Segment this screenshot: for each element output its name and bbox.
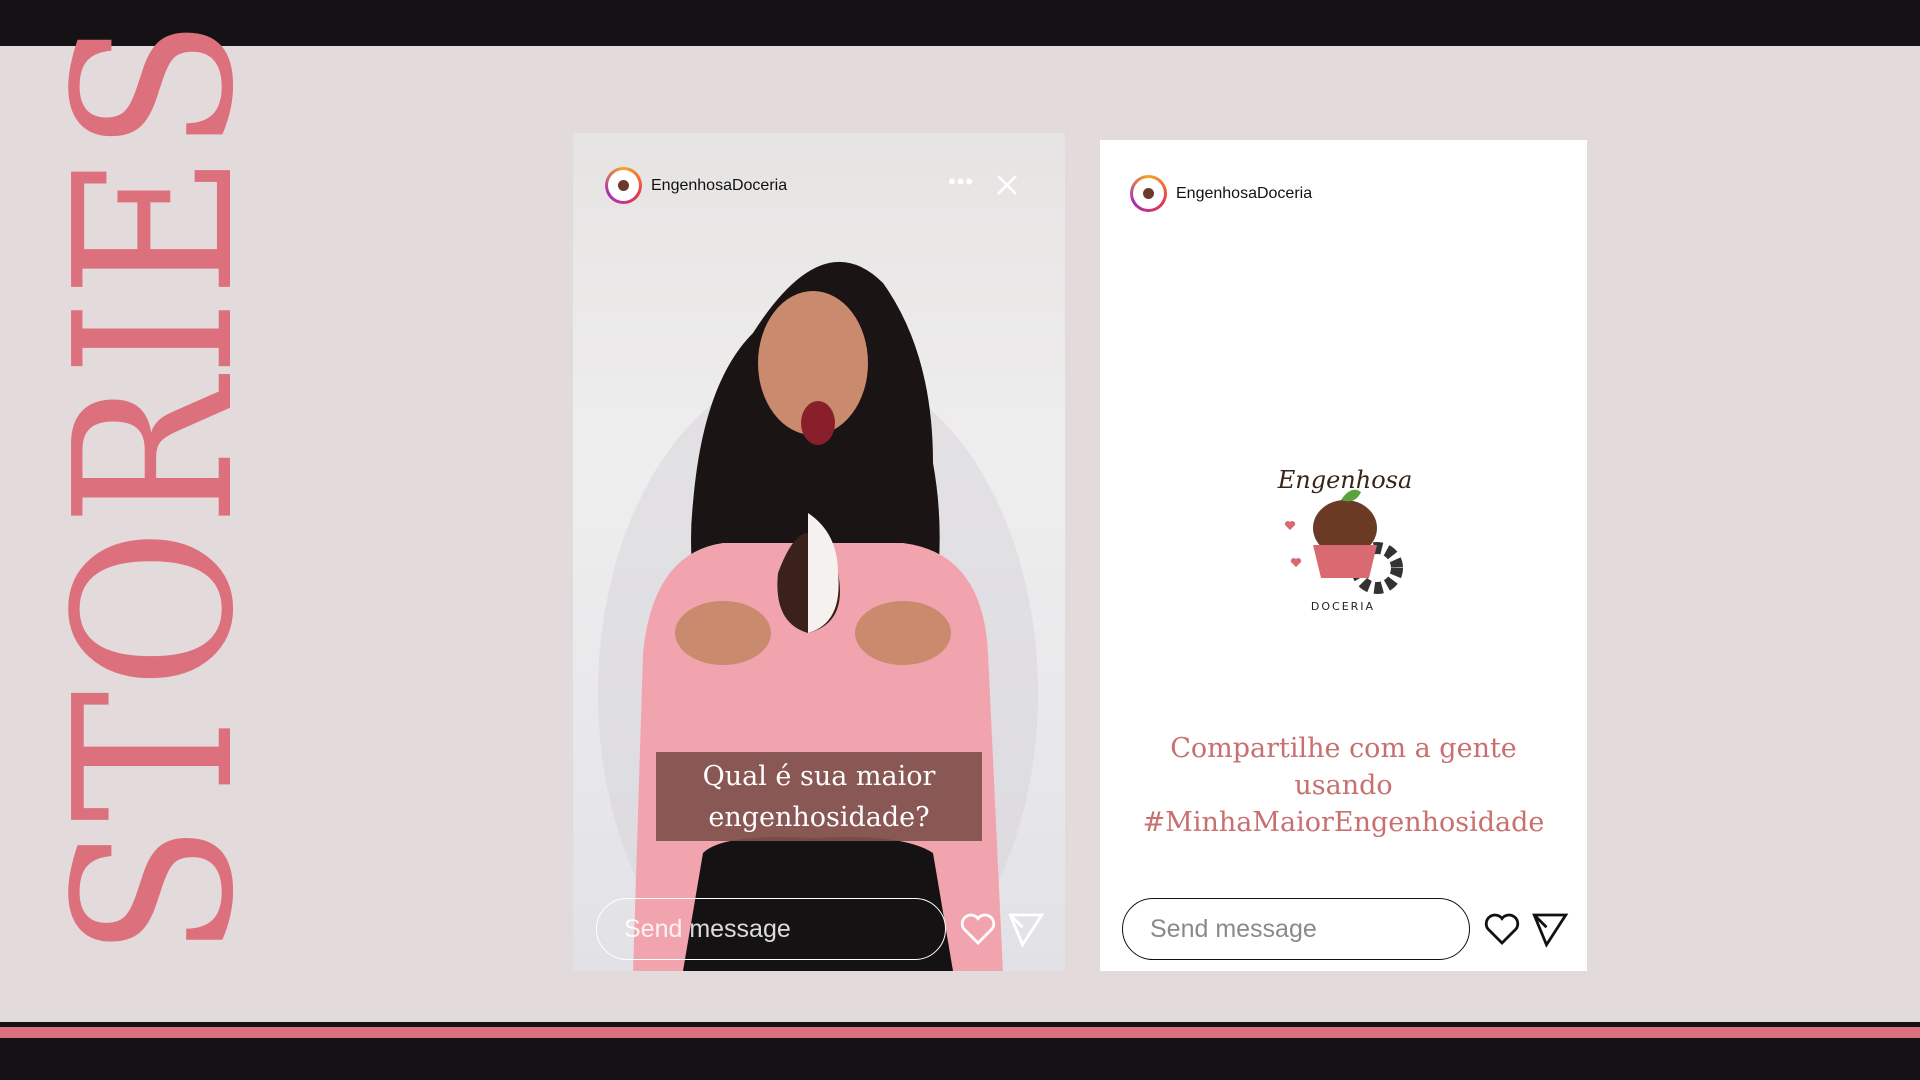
avatar[interactable] bbox=[605, 167, 642, 204]
cupcake-logo-icon: Engenhosa DOCERIA bbox=[1277, 466, 1413, 613]
username[interactable]: EngenhosaDoceria bbox=[651, 177, 787, 195]
send-icon[interactable] bbox=[1005, 908, 1047, 950]
avatar[interactable] bbox=[1130, 175, 1167, 212]
stories-title: STORIES bbox=[29, 16, 282, 958]
bottom-accent-stripe bbox=[0, 1027, 1920, 1038]
logo-text-bottom: DOCERIA bbox=[1311, 600, 1375, 613]
story-header: EngenhosaDoceria bbox=[605, 167, 787, 204]
hashtag: #MinhaMaiorEngenhosidade bbox=[1142, 807, 1545, 838]
heart-icon[interactable] bbox=[1481, 908, 1523, 950]
send-message-input[interactable]: Send message bbox=[1122, 898, 1470, 960]
more-icon[interactable]: ••• bbox=[948, 171, 974, 193]
woman-with-cake-photo bbox=[598, 261, 1038, 971]
story-preview-1: EngenhosaDoceria ••• Qual é sua maior en… bbox=[573, 133, 1065, 971]
story-caption: Qual é sua maior engenhosidade? bbox=[656, 752, 982, 841]
send-icon[interactable] bbox=[1529, 908, 1571, 950]
share-line: usando bbox=[1294, 770, 1393, 801]
heart-icon[interactable] bbox=[957, 908, 999, 950]
logo-text-top: Engenhosa bbox=[1277, 466, 1413, 494]
top-bar bbox=[0, 0, 1920, 46]
caption-line: engenhosidade? bbox=[708, 802, 930, 833]
close-icon[interactable] bbox=[995, 173, 1019, 197]
share-text: Compartilhe com a gente usando #MinhaMai… bbox=[1100, 730, 1587, 841]
engenhosa-logo: Engenhosa DOCERIA bbox=[1265, 450, 1425, 630]
story-header: EngenhosaDoceria bbox=[1130, 175, 1312, 212]
story-preview-2: EngenhosaDoceria Engenhosa DOCERIA Compa… bbox=[1100, 140, 1587, 971]
send-message-input[interactable]: Send message bbox=[596, 898, 946, 960]
username[interactable]: EngenhosaDoceria bbox=[1176, 185, 1312, 203]
caption-line: Qual é sua maior bbox=[702, 761, 936, 792]
share-line: Compartilhe com a gente bbox=[1170, 733, 1517, 764]
